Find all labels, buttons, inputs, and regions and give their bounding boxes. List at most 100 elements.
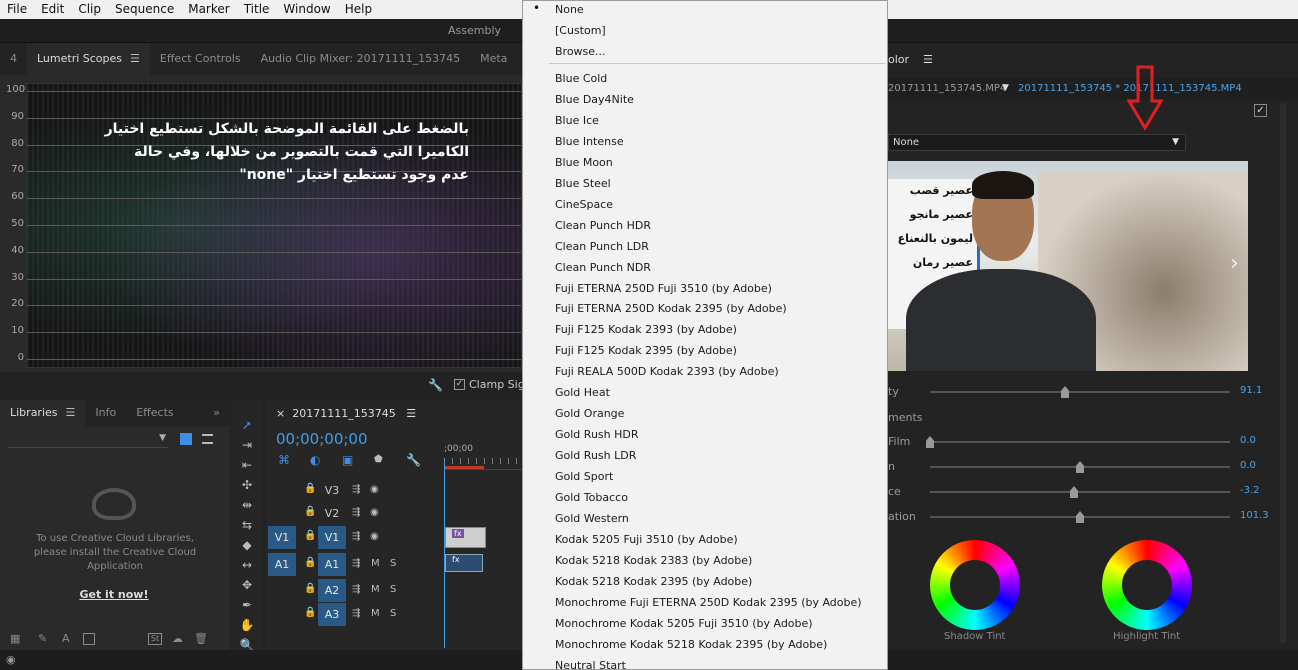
- razor-tool-icon[interactable]: ◆: [239, 538, 255, 552]
- tab-lumetri-scopes[interactable]: Lumetri Scopes ☰: [27, 43, 150, 75]
- look-menu-item[interactable]: Gold Heat: [555, 386, 610, 399]
- look-menu-item[interactable]: Kodak 5218 Kodak 2395 (by Adobe): [555, 575, 752, 588]
- wrench-icon[interactable]: 🔧: [428, 378, 443, 392]
- sync-lock-icon[interactable]: ⇶: [352, 608, 360, 619]
- menu-edit[interactable]: Edit: [34, 0, 71, 19]
- shadow-tint-wheel[interactable]: [930, 540, 1020, 630]
- look-menu-item[interactable]: Blue Intense: [555, 135, 624, 148]
- stock-icon[interactable]: St: [148, 633, 162, 645]
- tab-partial[interactable]: 4: [0, 43, 27, 75]
- source-patch-v1[interactable]: V1: [268, 526, 296, 549]
- tab-effect-controls[interactable]: Effect Controls: [150, 43, 251, 75]
- add-marker-icon[interactable]: ▣: [342, 453, 353, 467]
- look-menu-item[interactable]: Fuji F125 Kodak 2393 (by Adobe): [555, 323, 737, 336]
- look-menu-item[interactable]: Gold Tobacco: [555, 491, 628, 504]
- enable-lumetri-checkbox[interactable]: ✓: [1254, 104, 1267, 117]
- tab-libraries[interactable]: Libraries ☰: [0, 400, 86, 426]
- next-arrow-icon[interactable]: ›: [1230, 251, 1239, 276]
- solo-button[interactable]: S: [390, 584, 396, 595]
- look-menu-item[interactable]: Fuji REALA 500D Kodak 2393 (by Adobe): [555, 365, 779, 378]
- tab-effects[interactable]: Effects: [126, 400, 183, 426]
- look-menu-item[interactable]: Blue Cold: [555, 72, 607, 85]
- playhead-timecode[interactable]: 00;00;00;00: [276, 430, 368, 448]
- slider-thumb[interactable]: [1076, 461, 1084, 473]
- lumetri-menu-icon[interactable]: ☰: [923, 53, 933, 66]
- tab-audio-clip-mixer[interactable]: Audio Clip Mixer: 20171111_153745: [251, 43, 471, 75]
- look-dropdown-menu[interactable]: • None [Custom] Browse... Blue Cold Blue Day…: [522, 0, 888, 670]
- sync-lock-icon[interactable]: ⇶: [352, 531, 360, 542]
- look-menu-item[interactable]: Fuji ETERNA 250D Fuji 3510 (by Adobe): [555, 282, 772, 295]
- lock-icon[interactable]: 🔒: [304, 483, 316, 494]
- slider-thumb[interactable]: [1070, 486, 1078, 498]
- eye-icon[interactable]: ◉: [370, 507, 379, 518]
- look-menu-item[interactable]: Gold Rush LDR: [555, 449, 636, 462]
- look-menu-item[interactable]: Blue Moon: [555, 156, 613, 169]
- look-menu-item[interactable]: Monochrome Kodak 5205 Fuji 3510 (by Adob…: [555, 617, 813, 630]
- rate-stretch-tool-icon[interactable]: ⇹: [239, 498, 255, 512]
- trash-icon[interactable]: 🗑: [194, 632, 208, 645]
- clamp-signal-checkbox[interactable]: ✓: [454, 379, 465, 390]
- look-menu-item[interactable]: Monochrome Fuji ETERNA 250D Kodak 2395 (…: [555, 596, 862, 609]
- lumetri-color-tab[interactable]: olor ☰: [888, 53, 933, 66]
- lock-icon[interactable]: 🔒: [304, 583, 316, 594]
- look-menu-item[interactable]: [Custom]: [555, 24, 606, 37]
- menu-title[interactable]: Title: [237, 0, 277, 19]
- tab-info[interactable]: Info: [85, 400, 126, 426]
- lock-icon[interactable]: 🔒: [304, 607, 316, 618]
- look-menu-item[interactable]: Fuji ETERNA 250D Kodak 2395 (by Adobe): [555, 302, 787, 315]
- look-menu-item[interactable]: Fuji F125 Kodak 2395 (by Adobe): [555, 344, 737, 357]
- slider-value[interactable]: -3.2: [1240, 485, 1260, 496]
- look-menu-item[interactable]: Neutral Start: [555, 659, 626, 669]
- slider-track[interactable]: [930, 511, 1230, 523]
- workspace-name[interactable]: Assembly: [448, 24, 501, 37]
- mute-button[interactable]: M: [371, 558, 380, 569]
- slip-move-tool-icon[interactable]: ✥: [239, 578, 255, 592]
- look-menu-item[interactable]: Gold Sport: [555, 470, 613, 483]
- track-select-tool-icon[interactable]: ⇥: [239, 438, 255, 452]
- library-select[interactable]: ▼: [8, 432, 168, 448]
- libraries-menu-icon[interactable]: ☰: [66, 406, 76, 419]
- brush-icon[interactable]: ✎: [38, 632, 47, 645]
- slip-tool-icon[interactable]: ⇆: [239, 518, 255, 532]
- time-ruler[interactable]: ;00;00: [444, 436, 522, 470]
- look-menu-item[interactable]: Clean Punch NDR: [555, 261, 651, 274]
- selection-tool-icon[interactable]: ➚: [239, 418, 255, 432]
- look-menu-item[interactable]: Kodak 5218 Kodak 2383 (by Adobe): [555, 554, 752, 567]
- right-scrollbar[interactable]: [1280, 103, 1286, 643]
- chevron-down-icon[interactable]: ▼: [1002, 83, 1009, 93]
- video-clip[interactable]: fx: [445, 527, 486, 548]
- slider-value[interactable]: 91.1: [1240, 385, 1262, 396]
- look-menu-item[interactable]: Monochrome Kodak 5218 Kodak 2395 (by Ado…: [555, 638, 827, 651]
- timeline-menu-icon[interactable]: ☰: [406, 407, 416, 420]
- sync-lock-icon[interactable]: ⇶: [352, 584, 360, 595]
- slider-thumb[interactable]: [926, 436, 934, 448]
- track-label-v3[interactable]: V3: [318, 479, 346, 502]
- track-label-a3[interactable]: A3: [318, 603, 346, 626]
- slider-value[interactable]: 0.0: [1240, 435, 1256, 446]
- more-tabs-icon[interactable]: »: [203, 400, 230, 426]
- look-menu-item[interactable]: Blue Day4Nite: [555, 93, 634, 106]
- highlight-tint-wheel[interactable]: [1102, 540, 1192, 630]
- wrench-settings-icon[interactable]: 🔧: [406, 453, 421, 467]
- slider-track[interactable]: [930, 486, 1230, 498]
- solo-button[interactable]: S: [390, 608, 396, 619]
- slider-thumb[interactable]: [1076, 511, 1084, 523]
- marker-icon[interactable]: ⬟: [374, 454, 383, 465]
- menu-window[interactable]: Window: [276, 0, 337, 19]
- linked-selection-icon[interactable]: ◐: [310, 453, 320, 467]
- look-menu-item[interactable]: CineSpace: [555, 198, 613, 211]
- audio-clip[interactable]: fx: [445, 554, 483, 572]
- tab-metadata[interactable]: Meta: [470, 43, 517, 75]
- eye-icon[interactable]: ◉: [370, 531, 379, 542]
- bins-icon[interactable]: ▦: [10, 632, 20, 645]
- look-menu-item[interactable]: Kodak 5205 Fuji 3510 (by Adobe): [555, 533, 738, 546]
- input-lut-dropdown[interactable]: None ▼: [888, 134, 1186, 151]
- list-view-icon[interactable]: [202, 434, 213, 444]
- lock-icon[interactable]: 🔒: [304, 506, 316, 517]
- slider-thumb[interactable]: [1061, 386, 1069, 398]
- timeline-tab[interactable]: × 20171111_153745 ☰: [276, 407, 416, 420]
- look-menu-item[interactable]: Blue Ice: [555, 114, 599, 127]
- look-menu-item[interactable]: Clean Punch HDR: [555, 219, 651, 232]
- menu-file[interactable]: File: [0, 0, 34, 19]
- look-menu-item[interactable]: Gold Rush HDR: [555, 428, 639, 441]
